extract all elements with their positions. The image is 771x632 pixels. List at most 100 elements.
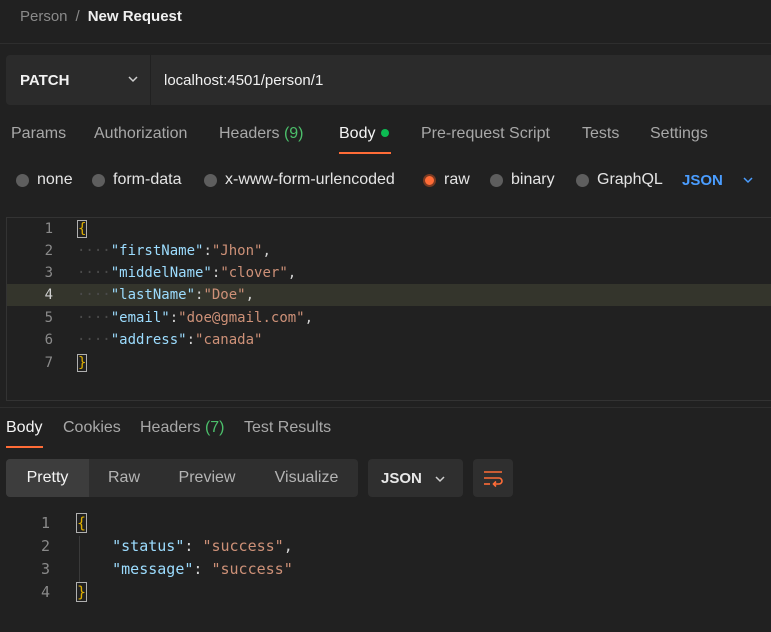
- active-tab-indicator: [6, 446, 43, 448]
- tab-headers-label: Headers: [219, 125, 280, 142]
- format-label: JSON: [381, 469, 422, 487]
- json-key: "email": [110, 310, 170, 326]
- editor-line: 5 ····"email":"doe@gmail.com",: [7, 307, 771, 329]
- json-key: "address": [110, 332, 187, 348]
- response-line: 3 "message": "success": [0, 557, 771, 580]
- editor-line: 6 ····"address":"canada": [7, 329, 771, 351]
- radio-label: GraphQL: [597, 171, 663, 188]
- radio-raw[interactable]: raw: [423, 170, 470, 190]
- radio-circle: [92, 173, 105, 187]
- radio-circle: [576, 173, 589, 187]
- json-key: "firstName": [110, 243, 204, 259]
- tab-tests[interactable]: Tests: [582, 125, 619, 145]
- radio-circle: [204, 173, 217, 187]
- view-raw-button[interactable]: Raw: [89, 459, 159, 497]
- wrap-lines-icon: [484, 471, 503, 488]
- response-line: 4 }: [0, 580, 771, 603]
- tab-settings[interactable]: Settings: [650, 125, 708, 145]
- url-input[interactable]: localhost:4501/person/1: [151, 55, 771, 105]
- editor-line: 2 ····"firstName":"Jhon",: [7, 240, 771, 262]
- tab-authorization[interactable]: Authorization: [94, 125, 187, 145]
- chevron-down-icon: [435, 476, 445, 483]
- tab-body[interactable]: Body: [339, 125, 390, 145]
- json-comma: ,: [245, 287, 255, 303]
- radio-graphql[interactable]: GraphQL: [576, 170, 663, 190]
- view-visualize-button[interactable]: Visualize: [255, 459, 358, 497]
- tab-headers[interactable]: Headers (9): [219, 125, 304, 145]
- view-preview-button[interactable]: Preview: [159, 459, 255, 497]
- response-line: 1 {: [0, 511, 771, 534]
- view-pretty-button[interactable]: Pretty: [6, 459, 89, 497]
- tab-params[interactable]: Params: [11, 125, 66, 145]
- json-value: "clover": [220, 265, 288, 281]
- editor-line: 3 ····"middelName":"clover",: [7, 262, 771, 284]
- response-format-select[interactable]: JSON: [368, 459, 463, 497]
- json-comma: ,: [287, 265, 297, 281]
- response-tab-headers[interactable]: Headers (7): [140, 419, 225, 439]
- close-brace: }: [77, 354, 88, 372]
- editor-line: 1 {: [7, 218, 771, 240]
- method-label: PATCH: [20, 71, 70, 89]
- json-comma: ,: [262, 243, 271, 259]
- radio-none[interactable]: none: [16, 170, 73, 190]
- line-number: 6: [44, 332, 53, 348]
- language-label: JSON: [682, 171, 723, 189]
- json-comma: ,: [283, 537, 293, 555]
- line-number: 4: [44, 287, 53, 303]
- chevron-down-icon: [128, 76, 138, 83]
- json-value: "Jhon": [211, 243, 263, 259]
- json-comma: ,: [304, 310, 314, 326]
- json-key: "middelName": [110, 265, 212, 281]
- radio-circle: [490, 173, 503, 187]
- tab-body-label: Body: [339, 125, 376, 142]
- json-value: "Doe": [203, 287, 246, 303]
- json-key: "status": [112, 537, 185, 555]
- response-view-toggle: Pretty Raw Preview Visualize: [6, 459, 358, 497]
- line-number: 7: [44, 355, 53, 371]
- language-select[interactable]: JSON: [682, 170, 755, 190]
- radio-label: none: [37, 171, 73, 188]
- line-number: 2: [40, 537, 50, 555]
- chevron-down-icon: [743, 177, 753, 184]
- headers-count: (9): [283, 125, 304, 142]
- json-value: "success": [202, 537, 284, 555]
- radio-circle: [16, 173, 29, 187]
- breadcrumb-separator: /: [75, 7, 80, 25]
- json-key: "message": [112, 560, 194, 578]
- radio-form-data[interactable]: form-data: [92, 170, 181, 190]
- divider: [0, 407, 771, 408]
- radio-label: raw: [444, 171, 470, 188]
- request-name[interactable]: New Request: [88, 8, 182, 25]
- line-number: 1: [44, 221, 53, 237]
- line-number: 3: [40, 560, 50, 578]
- radio-label: form-data: [113, 171, 182, 188]
- method-select[interactable]: PATCH: [6, 55, 150, 105]
- url-text: localhost:4501/person/1: [164, 71, 324, 89]
- body-indicator-dot: [381, 129, 390, 137]
- radio-urlencoded[interactable]: x-www-form-urlencoded: [204, 170, 395, 190]
- json-value: "success": [211, 560, 293, 578]
- editor-line: 7 }: [7, 352, 771, 374]
- editor-line-highlighted: 4 ····"lastName":"Doe",: [7, 284, 771, 306]
- json-value: "doe@gmail.com": [178, 310, 305, 326]
- open-brace: {: [76, 513, 88, 533]
- response-tab-body[interactable]: Body: [6, 419, 42, 439]
- response-tab-cookies[interactable]: Cookies: [63, 419, 121, 439]
- line-number: 1: [40, 514, 50, 532]
- json-key: "lastName": [110, 287, 196, 303]
- divider: [0, 43, 771, 44]
- radio-binary[interactable]: binary: [490, 170, 555, 190]
- line-number: 5: [44, 310, 53, 326]
- breadcrumb-parent[interactable]: Person: [20, 8, 68, 25]
- response-headers-count: (7): [204, 419, 225, 436]
- breadcrumb: Person / New Request: [20, 6, 182, 26]
- request-body-editor[interactable]: 1 { 2 ····"firstName":"Jhon", 3 ····"mid…: [6, 217, 771, 401]
- line-number: 3: [44, 265, 53, 281]
- json-value: "canada": [195, 332, 263, 348]
- tab-prerequest-script[interactable]: Pre-request Script: [421, 125, 550, 145]
- wrap-lines-button[interactable]: [473, 459, 513, 497]
- response-line: 2 "status": "success",: [0, 534, 771, 557]
- open-brace: {: [77, 220, 88, 238]
- response-tab-test-results[interactable]: Test Results: [244, 419, 331, 439]
- radio-label: x-www-form-urlencoded: [225, 171, 395, 188]
